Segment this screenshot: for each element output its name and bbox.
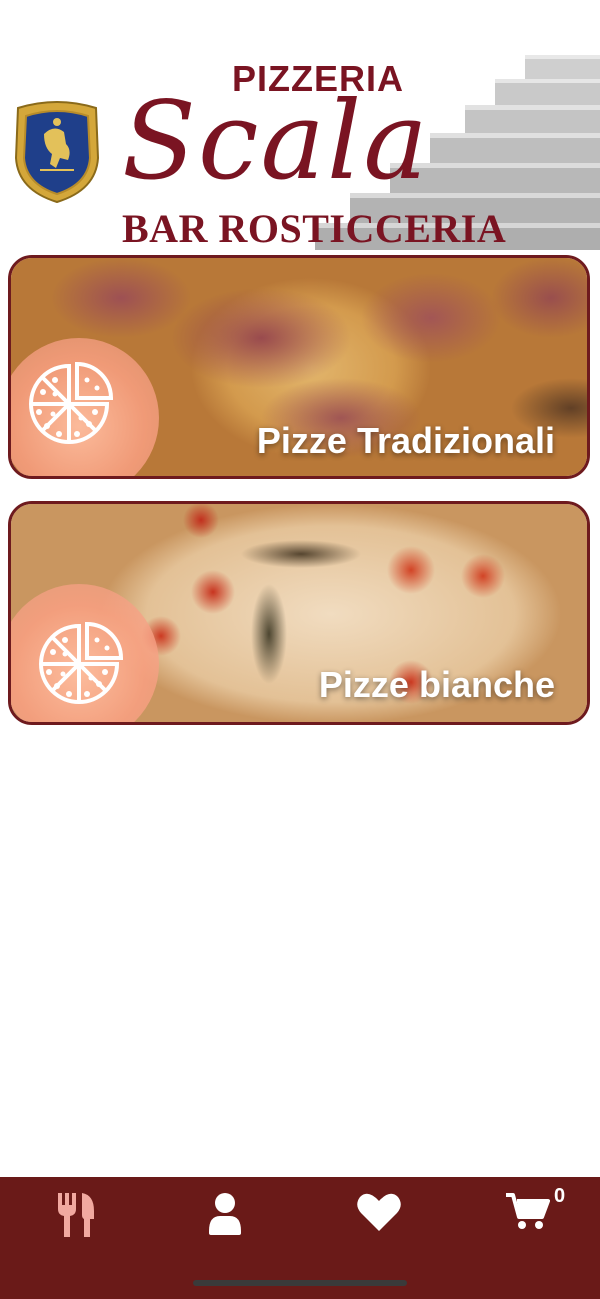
category-label: Pizze bianche xyxy=(318,664,555,705)
tab-favorites[interactable] xyxy=(346,1191,406,1241)
pizza-icon xyxy=(29,361,113,444)
pizza-icon xyxy=(39,621,123,704)
tab-menu[interactable] xyxy=(46,1191,106,1241)
home-indicator[interactable] xyxy=(193,1280,407,1286)
logo-subtitle-text: BAR ROSTICCERIA xyxy=(122,206,507,251)
tab-cart[interactable] xyxy=(496,1191,556,1241)
category-card-pizze-bianche[interactable]: Pizze bianche xyxy=(8,501,590,725)
cart-icon xyxy=(506,1193,550,1229)
fork-knife-icon xyxy=(58,1193,94,1237)
heart-icon xyxy=(357,1193,401,1231)
logo-name-text: Scala xyxy=(122,79,430,204)
app-header: PIZZERIA Scala BAR ROSTICCERIA xyxy=(0,0,600,252)
category-card-pizze-tradizionali[interactable]: Pizze Tradizionali xyxy=(8,255,590,479)
crest-logo xyxy=(14,101,100,204)
cart-count-badge: 0 xyxy=(554,1185,566,1207)
tab-profile[interactable] xyxy=(196,1191,256,1241)
user-icon xyxy=(209,1193,241,1235)
category-label: Pizze Tradizionali xyxy=(256,420,555,461)
